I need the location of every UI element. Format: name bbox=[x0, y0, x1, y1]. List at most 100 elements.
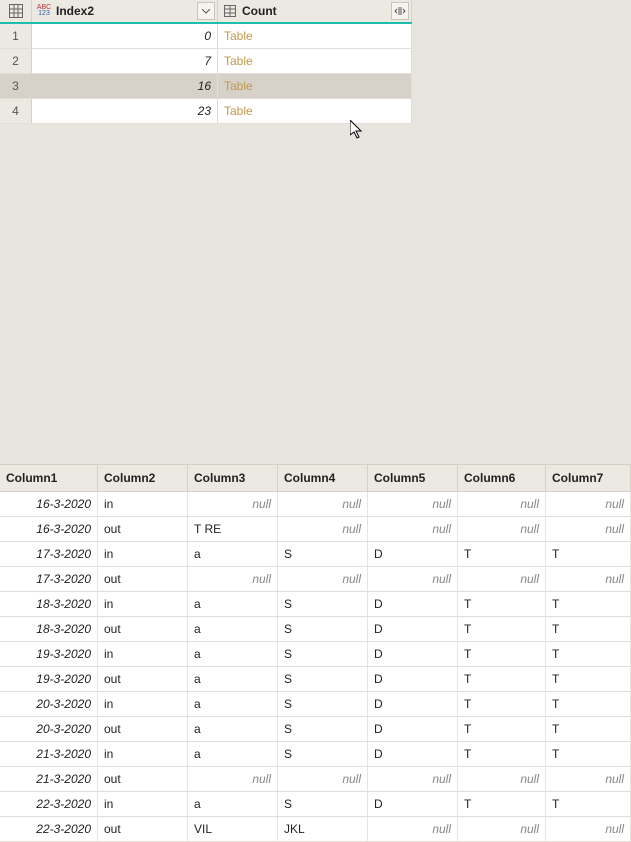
cell-index2[interactable]: 0 bbox=[32, 24, 218, 48]
preview-column-header[interactable]: Column6 bbox=[458, 465, 546, 491]
cell-count-link[interactable]: Table bbox=[218, 49, 412, 73]
cell-index2[interactable]: 16 bbox=[32, 74, 218, 98]
row-number[interactable]: 1 bbox=[0, 24, 32, 48]
preview-cell[interactable]: null bbox=[368, 567, 458, 591]
preview-cell[interactable]: out bbox=[98, 667, 188, 691]
preview-cell[interactable]: 22-3-2020 bbox=[0, 817, 98, 841]
preview-cell[interactable]: T bbox=[546, 642, 631, 666]
preview-cell[interactable]: T bbox=[458, 792, 546, 816]
preview-cell[interactable]: a bbox=[188, 717, 278, 741]
preview-cell[interactable]: out bbox=[98, 517, 188, 541]
preview-grid-row[interactable]: 20-3-2020outaSDTT bbox=[0, 717, 631, 742]
preview-cell[interactable]: 16-3-2020 bbox=[0, 517, 98, 541]
preview-cell[interactable]: 17-3-2020 bbox=[0, 542, 98, 566]
column-header-index2[interactable]: ABC123 Index2 bbox=[32, 0, 218, 22]
preview-column-header[interactable]: Column5 bbox=[368, 465, 458, 491]
preview-cell[interactable]: T RE bbox=[188, 517, 278, 541]
preview-cell[interactable]: JKL bbox=[278, 817, 368, 841]
preview-cell[interactable]: D bbox=[368, 667, 458, 691]
preview-grid-row[interactable]: 18-3-2020inaSDTT bbox=[0, 592, 631, 617]
preview-cell[interactable]: S bbox=[278, 717, 368, 741]
preview-cell[interactable]: T bbox=[546, 617, 631, 641]
preview-cell[interactable]: T bbox=[458, 642, 546, 666]
preview-cell[interactable]: 20-3-2020 bbox=[0, 692, 98, 716]
preview-grid-row[interactable]: 17-3-2020inaSDTT bbox=[0, 542, 631, 567]
preview-cell[interactable]: null bbox=[368, 517, 458, 541]
column-filter-button[interactable] bbox=[197, 2, 215, 20]
preview-cell[interactable]: T bbox=[458, 667, 546, 691]
preview-cell[interactable]: 22-3-2020 bbox=[0, 792, 98, 816]
preview-grid-row[interactable]: 22-3-2020inaSDTT bbox=[0, 792, 631, 817]
preview-cell[interactable]: null bbox=[278, 567, 368, 591]
preview-cell[interactable]: null bbox=[188, 567, 278, 591]
cell-count-link[interactable]: Table bbox=[218, 99, 412, 123]
preview-cell[interactable]: a bbox=[188, 667, 278, 691]
preview-cell[interactable]: in bbox=[98, 492, 188, 516]
preview-cell[interactable]: null bbox=[368, 492, 458, 516]
preview-cell[interactable]: null bbox=[458, 492, 546, 516]
preview-cell[interactable]: S bbox=[278, 642, 368, 666]
preview-cell[interactable]: a bbox=[188, 592, 278, 616]
preview-cell[interactable]: D bbox=[368, 742, 458, 766]
column-header-count[interactable]: Count bbox=[218, 0, 412, 22]
preview-grid-row[interactable]: 21-3-2020outnullnullnullnullnull bbox=[0, 767, 631, 792]
preview-cell[interactable]: null bbox=[546, 767, 631, 791]
preview-grid-row[interactable]: 20-3-2020inaSDTT bbox=[0, 692, 631, 717]
preview-cell[interactable]: T bbox=[546, 792, 631, 816]
preview-cell[interactable]: null bbox=[458, 817, 546, 841]
preview-cell[interactable]: T bbox=[458, 692, 546, 716]
preview-column-header[interactable]: Column1 bbox=[0, 465, 98, 491]
preview-grid-row[interactable]: 17-3-2020outnullnullnullnullnull bbox=[0, 567, 631, 592]
preview-cell[interactable]: in bbox=[98, 742, 188, 766]
preview-cell[interactable]: T bbox=[546, 717, 631, 741]
select-all-corner[interactable] bbox=[0, 0, 32, 22]
preview-cell[interactable]: 17-3-2020 bbox=[0, 567, 98, 591]
preview-column-header[interactable]: Column3 bbox=[188, 465, 278, 491]
cell-count-link[interactable]: Table bbox=[218, 74, 412, 98]
cell-index2[interactable]: 23 bbox=[32, 99, 218, 123]
preview-cell[interactable]: in bbox=[98, 592, 188, 616]
preview-cell[interactable]: D bbox=[368, 592, 458, 616]
preview-grid-row[interactable]: 18-3-2020outaSDTT bbox=[0, 617, 631, 642]
preview-grid-row[interactable]: 19-3-2020outaSDTT bbox=[0, 667, 631, 692]
preview-grid-row[interactable]: 22-3-2020outVILJKLnullnullnull bbox=[0, 817, 631, 842]
cell-index2[interactable]: 7 bbox=[32, 49, 218, 73]
row-number[interactable]: 2 bbox=[0, 49, 32, 73]
preview-cell[interactable]: T bbox=[458, 742, 546, 766]
preview-cell[interactable]: S bbox=[278, 592, 368, 616]
preview-cell[interactable]: S bbox=[278, 617, 368, 641]
preview-cell[interactable]: null bbox=[458, 567, 546, 591]
preview-cell[interactable]: T bbox=[546, 542, 631, 566]
row-number[interactable]: 4 bbox=[0, 99, 32, 123]
preview-cell[interactable]: out bbox=[98, 717, 188, 741]
preview-cell[interactable]: a bbox=[188, 792, 278, 816]
preview-cell[interactable]: out bbox=[98, 567, 188, 591]
preview-cell[interactable]: D bbox=[368, 642, 458, 666]
preview-cell[interactable]: null bbox=[368, 817, 458, 841]
preview-cell[interactable]: null bbox=[188, 492, 278, 516]
preview-cell[interactable]: S bbox=[278, 667, 368, 691]
preview-cell[interactable]: out bbox=[98, 767, 188, 791]
row-number[interactable]: 3 bbox=[0, 74, 32, 98]
preview-cell[interactable]: VIL bbox=[188, 817, 278, 841]
preview-cell[interactable]: 21-3-2020 bbox=[0, 767, 98, 791]
preview-cell[interactable]: T bbox=[546, 592, 631, 616]
preview-cell[interactable]: null bbox=[546, 517, 631, 541]
top-data-grid[interactable]: ABC123 Index2 Count 10Table27Table316Tab… bbox=[0, 0, 412, 124]
preview-grid-row[interactable]: 19-3-2020inaSDTT bbox=[0, 642, 631, 667]
preview-cell[interactable]: T bbox=[458, 717, 546, 741]
preview-cell[interactable]: null bbox=[546, 817, 631, 841]
preview-cell[interactable]: 19-3-2020 bbox=[0, 642, 98, 666]
preview-cell[interactable]: null bbox=[368, 767, 458, 791]
top-grid-row[interactable]: 27Table bbox=[0, 49, 412, 74]
preview-cell[interactable]: S bbox=[278, 742, 368, 766]
preview-cell[interactable]: null bbox=[546, 567, 631, 591]
preview-cell[interactable]: S bbox=[278, 542, 368, 566]
preview-grid-row[interactable]: 21-3-2020inaSDTT bbox=[0, 742, 631, 767]
preview-cell[interactable]: in bbox=[98, 542, 188, 566]
preview-column-header[interactable]: Column4 bbox=[278, 465, 368, 491]
preview-data-grid[interactable]: Column1Column2Column3Column4Column5Colum… bbox=[0, 464, 631, 842]
preview-cell[interactable]: null bbox=[458, 517, 546, 541]
preview-cell[interactable]: null bbox=[278, 517, 368, 541]
preview-cell[interactable]: D bbox=[368, 792, 458, 816]
